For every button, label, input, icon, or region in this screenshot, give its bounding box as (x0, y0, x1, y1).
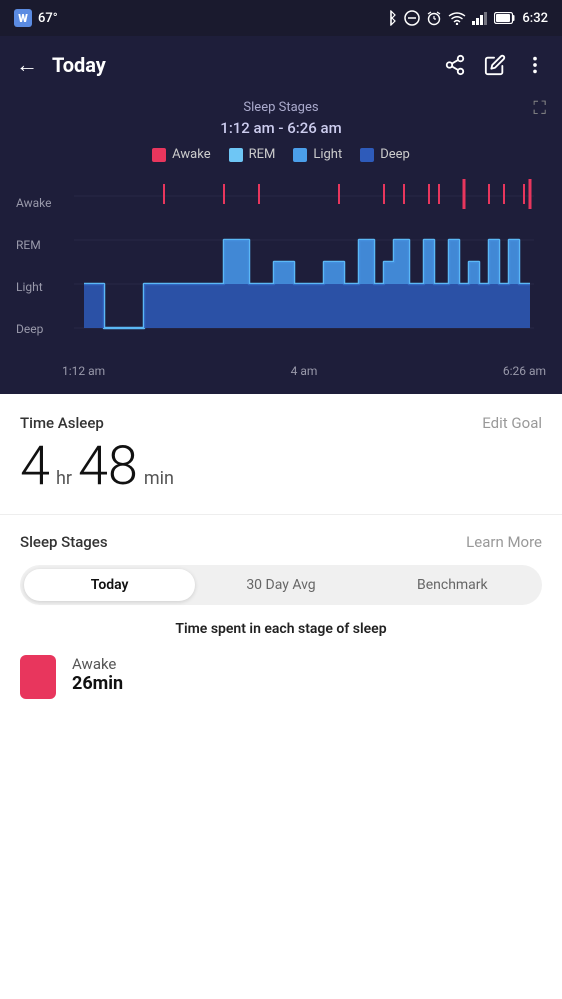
top-nav: ← Today (0, 36, 562, 94)
sleep-stages-header: Sleep Stages Learn More (20, 533, 542, 551)
deep-dot (360, 148, 374, 162)
bluetooth-icon (384, 10, 398, 26)
rem-dot (229, 148, 243, 162)
light-dot (293, 148, 307, 162)
nav-icons (444, 54, 546, 76)
edit-goal-button[interactable]: Edit Goal (482, 414, 542, 432)
awake-dot (152, 148, 166, 162)
status-left: W 67° (14, 9, 58, 27)
y-label-light: Light (16, 280, 62, 294)
time-asleep-label: Time Asleep (20, 414, 104, 432)
tab-today[interactable]: Today (24, 569, 195, 601)
legend-rem: REM (229, 147, 276, 162)
more-icon[interactable] (524, 54, 546, 76)
y-label-deep: Deep (16, 322, 62, 336)
sleep-chart-svg (62, 174, 546, 354)
legend-awake: Awake (152, 147, 210, 162)
signal-icon (472, 11, 488, 25)
awake-color-box (20, 655, 56, 699)
content-section: Time Asleep Edit Goal 4 hr 48 min Sleep … (0, 394, 562, 699)
y-label-awake: Awake (16, 196, 62, 210)
tab-benchmark[interactable]: Benchmark (367, 569, 538, 601)
sleep-stages-label: Sleep Stages (20, 533, 108, 551)
awake-stage-name: Awake (72, 655, 123, 673)
x-labels: 1:12 am 4 am 6:26 am (16, 358, 546, 378)
legend-deep: Deep (360, 147, 410, 162)
app-icon: W (14, 9, 32, 27)
page-title: Today (52, 53, 444, 77)
x-label-mid: 4 am (291, 364, 318, 378)
share-icon[interactable] (444, 54, 466, 76)
minus-circle-icon (404, 10, 420, 26)
battery-icon (494, 12, 516, 24)
edit-icon[interactable] (484, 54, 506, 76)
back-button[interactable]: ← (16, 52, 38, 78)
learn-more-button[interactable]: Learn More (466, 533, 542, 551)
temperature: 67° (38, 11, 58, 26)
alarm-icon (426, 10, 442, 26)
stage-row-awake: Awake 26min (20, 655, 542, 699)
chart-header-label: Sleep Stages (243, 100, 318, 115)
y-label-rem: REM (16, 238, 62, 252)
wifi-icon (448, 11, 466, 25)
time-display: 4 hr 48 min (20, 440, 542, 494)
status-right: 6:32 (384, 10, 548, 26)
x-label-end: 6:26 am (503, 364, 546, 378)
legend: Awake REM Light Deep (0, 147, 562, 162)
legend-rem-label: REM (249, 147, 276, 162)
min-unit: min (144, 468, 174, 489)
sleep-chart-container: Awake REM Light Deep (16, 174, 546, 378)
hours-value: 4 (20, 440, 50, 494)
chart-header: Sleep Stages ⛶ (0, 94, 562, 119)
legend-light-label: Light (313, 147, 342, 162)
awake-stage-value: 26min (72, 673, 123, 694)
awake-info: Awake 26min (72, 655, 123, 694)
legend-awake-label: Awake (172, 147, 210, 162)
chart-section: Sleep Stages ⛶ 1:12 am - 6:26 am Awake R… (0, 94, 562, 394)
status-bar: W 67° (0, 0, 562, 36)
x-label-start: 1:12 am (62, 364, 105, 378)
time-asleep-header: Time Asleep Edit Goal (20, 414, 542, 432)
chart-time-range: 1:12 am - 6:26 am (0, 119, 562, 137)
tab-30day[interactable]: 30 Day Avg (195, 569, 366, 601)
tabs-row: Today 30 Day Avg Benchmark (20, 565, 542, 605)
chart-svg-wrap (62, 174, 546, 358)
clock: 6:32 (522, 11, 548, 26)
sleep-stages-section: Sleep Stages Learn More Today 30 Day Avg… (20, 515, 542, 699)
legend-light: Light (293, 147, 342, 162)
expand-icon[interactable]: ⛶ (533, 98, 546, 119)
chart-subtitle: Time spent in each stage of sleep (20, 621, 542, 637)
hr-unit: hr (56, 468, 72, 489)
minutes-value: 48 (78, 440, 138, 494)
legend-deep-label: Deep (380, 147, 410, 162)
